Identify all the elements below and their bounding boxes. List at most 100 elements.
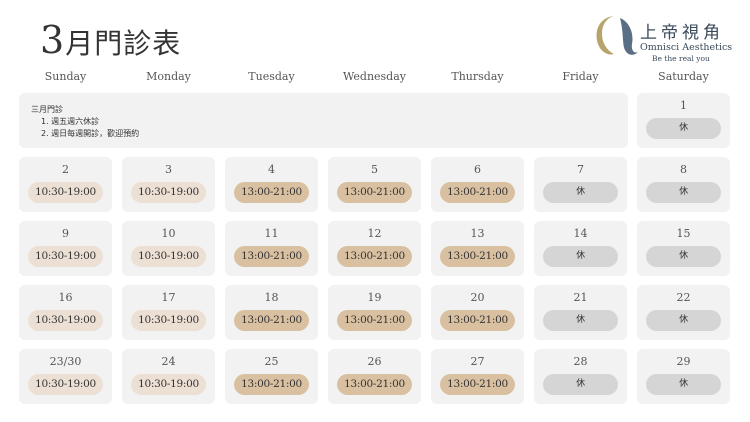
brand-name-english: Omnisci Aesthetics: [640, 42, 733, 53]
day-cell: 14 休: [534, 221, 627, 276]
weekday-friday: Friday: [562, 70, 599, 83]
day-cell: 26 13:00-21:00: [328, 349, 421, 404]
day-cell: 27 13:00-21:00: [431, 349, 524, 404]
notice-title: 三月門診: [31, 105, 63, 114]
hours-badge: 13:00-21:00: [234, 310, 309, 331]
day-number: 3: [165, 163, 172, 176]
day-cell: 2 10:30-19:00: [19, 157, 112, 212]
day-cell: 21 休: [534, 285, 627, 340]
day-cell: 7休: [534, 157, 627, 212]
day-number: 29: [676, 355, 691, 368]
day-cell: 4 13:00-21:00: [225, 157, 318, 212]
day-cell: 20 13:00-21:00: [431, 285, 524, 340]
hours-badge: 10:30-19:00: [131, 246, 206, 267]
hours-badge: 13:00-21:00: [234, 374, 309, 395]
weekday-thursday: Thursday: [451, 70, 504, 83]
day-number: 5: [371, 163, 378, 176]
brand-name-chinese: 上帝視角: [640, 23, 724, 43]
weekday-wednesday: Wednesday: [342, 70, 406, 83]
day-cell: 15 休: [637, 221, 730, 276]
closed-badge: 休: [543, 246, 618, 267]
day-cell: 8休: [637, 157, 730, 212]
closed-badge: 休: [646, 118, 721, 139]
day-number: 17: [161, 291, 176, 304]
day-number: 10: [161, 227, 176, 240]
day-cell: 10 10:30-19:00: [122, 221, 215, 276]
hours-badge: 13:00-21:00: [440, 246, 515, 267]
day-number: 9: [62, 227, 69, 240]
hours-badge: 10:30-19:00: [131, 310, 206, 331]
notice-box: 三月門診 1. 週五週六休診 2. 週日每週開診，歡迎預約: [19, 93, 628, 148]
day-number: 11: [264, 227, 279, 240]
day-cell: 25 13:00-21:00: [225, 349, 318, 404]
day-number: 18: [264, 291, 279, 304]
closed-badge: 休: [543, 310, 618, 331]
weekday-sunday: Sunday: [44, 70, 87, 83]
day-cell: 9 10:30-19:00: [19, 221, 112, 276]
weekday-saturday: Saturday: [658, 70, 709, 83]
day-number: 7: [577, 163, 584, 176]
hours-badge: 13:00-21:00: [234, 182, 309, 203]
day-cell: 16 10:30-19:00: [19, 285, 112, 340]
day-number: 4: [268, 163, 275, 176]
day-number: 26: [367, 355, 382, 368]
day-cell: 13 13:00-21:00: [431, 221, 524, 276]
hours-badge: 13:00-21:00: [440, 182, 515, 203]
weekday-monday: Monday: [146, 70, 191, 83]
hours-badge: 13:00-21:00: [337, 374, 412, 395]
day-number: 27: [470, 355, 485, 368]
hours-badge: 13:00-21:00: [337, 246, 412, 267]
hours-badge: 13:00-21:00: [337, 310, 412, 331]
notice-item: 2. 週日每週開診，歡迎預約: [41, 129, 140, 138]
hours-badge: 10:30-19:00: [131, 374, 206, 395]
day-number: 2: [62, 163, 69, 176]
day-cell: 28 休: [534, 349, 627, 404]
day-number: 12: [367, 227, 382, 240]
title-text: 月門診表: [65, 27, 182, 60]
hours-badge: 10:30-19:00: [131, 182, 206, 203]
day-number: 23/30: [49, 355, 82, 368]
hours-badge: 13:00-21:00: [337, 182, 412, 203]
day-cell: 3 10:30-19:00: [122, 157, 215, 212]
day-number: 14: [573, 227, 588, 240]
day-number: 24: [161, 355, 176, 368]
weekday-tuesday: Tuesday: [248, 70, 295, 83]
day-cell: 12 13:00-21:00: [328, 221, 421, 276]
day-number: 19: [367, 291, 382, 304]
day-cell: 19 13:00-21:00: [328, 285, 421, 340]
day-cell: 18 13:00-21:00: [225, 285, 318, 340]
closed-badge: 休: [646, 310, 721, 331]
day-cell: 23/30 10:30-19:00: [19, 349, 112, 404]
day-number: 25: [264, 355, 279, 368]
hours-badge: 10:30-19:00: [28, 310, 103, 331]
day-number: 28: [573, 355, 588, 368]
day-cell: 17 10:30-19:00: [122, 285, 215, 340]
closed-badge: 休: [646, 374, 721, 395]
hours-badge: 10:30-19:00: [28, 246, 103, 267]
day-number: 21: [573, 291, 588, 304]
omnisci-logo-mark-icon: [596, 16, 638, 55]
day-number: 8: [680, 163, 687, 176]
hours-badge: 13:00-21:00: [234, 246, 309, 267]
closed-badge: 休: [646, 182, 721, 203]
day-cell: 24 10:30-19:00: [122, 349, 215, 404]
closed-badge: 休: [543, 182, 618, 203]
day-number: 6: [474, 163, 481, 176]
hours-badge: 10:30-19:00: [28, 182, 103, 203]
day-cell: 5 13:00-21:00: [328, 157, 421, 212]
day-number: 15: [676, 227, 691, 240]
hours-badge: 10:30-19:00: [28, 374, 103, 395]
hours-badge: 13:00-21:00: [440, 310, 515, 331]
day-cell: 22 休: [637, 285, 730, 340]
day-number: 16: [58, 291, 73, 304]
brand-logo: 上帝視角 Omnisci Aesthetics Be the real you: [590, 12, 740, 63]
hours-badge: 13:00-21:00: [440, 374, 515, 395]
day-number: 22: [676, 291, 691, 304]
closed-badge: 休: [646, 246, 721, 267]
page-title: 3月門診表: [40, 18, 181, 62]
brand-tagline: Be the real you: [652, 54, 710, 63]
day-number: 13: [470, 227, 485, 240]
closed-badge: 休: [543, 374, 618, 395]
title-month-number: 3: [40, 18, 66, 62]
day-cell: 11 13:00-21:00: [225, 221, 318, 276]
